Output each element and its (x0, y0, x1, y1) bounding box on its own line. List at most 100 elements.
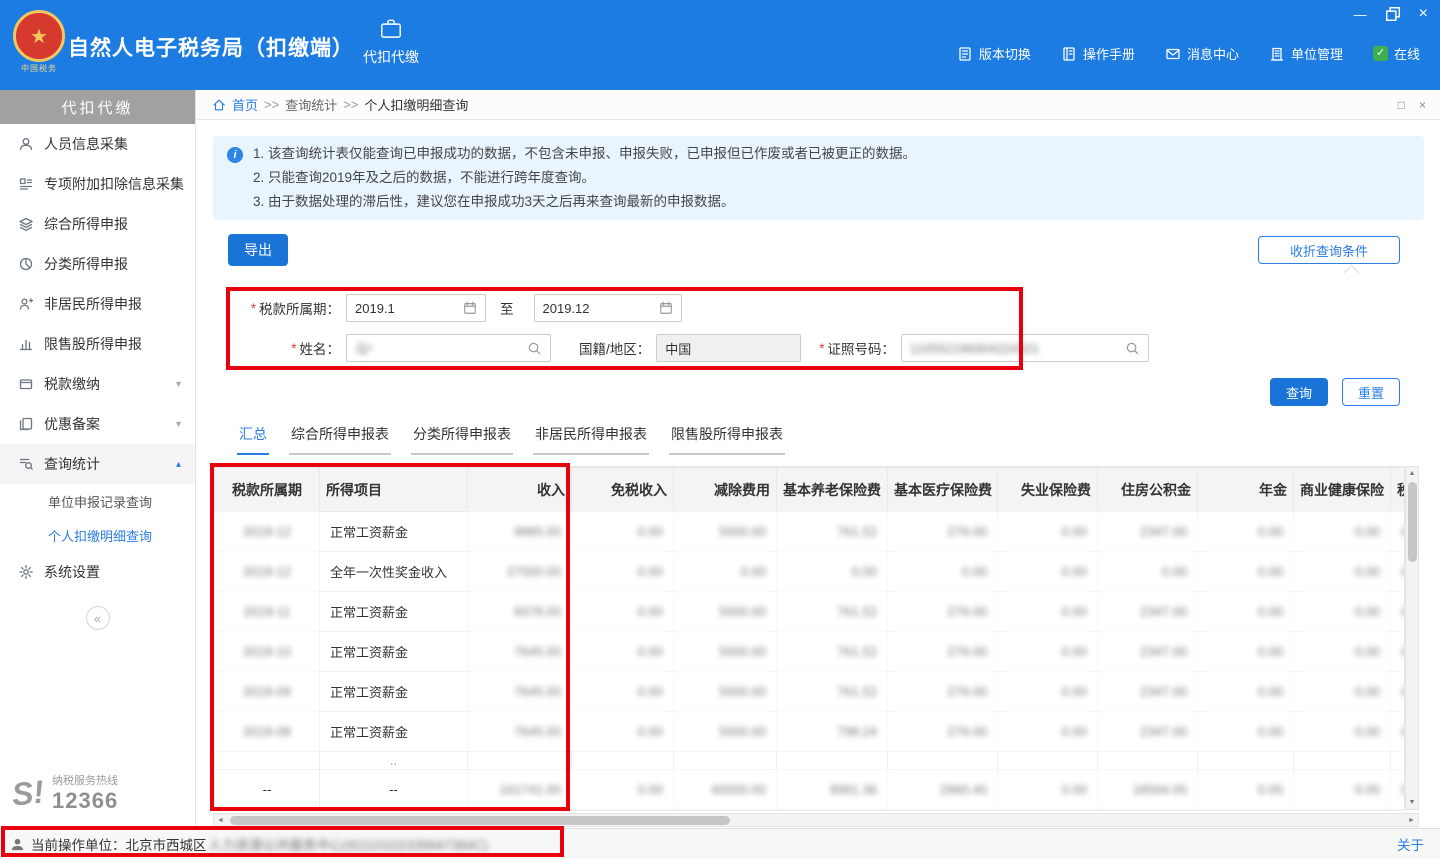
table-row[interactable]: 2019-11正常工资薪金9378.000.005000.00761.52279… (215, 592, 1406, 632)
chevron-down-icon: ▾ (176, 419, 181, 430)
vertical-scroll-thumb[interactable] (1408, 482, 1417, 562)
table-row[interactable]: 2019-12正常工资薪金9985.000.005000.00761.52279… (215, 512, 1406, 552)
vertical-scrollbar[interactable]: ▲ ▼ (1405, 466, 1419, 810)
notice-line: 1. 该查询统计表仅能查询已申报成功的数据，不包含未申报、申报失败，已申报但已作… (253, 142, 916, 166)
table-partial-row[interactable]: .. (215, 752, 1406, 770)
sidebar-subitem-unit-declaration-query[interactable]: 单位申报记录查询 (0, 484, 195, 518)
scroll-down-arrow[interactable]: ▼ (1406, 796, 1418, 809)
tab-summary[interactable]: 汇总 (237, 424, 269, 455)
calendar-icon[interactable] (659, 301, 673, 315)
table-cell: 0.00 (998, 632, 1098, 672)
sidebar-item-system-settings[interactable]: 系统设置 (0, 552, 195, 592)
sidebar-item-comprehensive-income[interactable]: 综合所得申报 (0, 204, 195, 244)
table-cell: 0.00 (1391, 512, 1406, 552)
pane-close-button[interactable]: × (1419, 98, 1426, 112)
table-cell: 正常工资薪金 (320, 672, 468, 712)
query-button[interactable]: 查询 (1270, 378, 1328, 406)
table-cell: 2347.00 (1098, 632, 1198, 672)
layers-icon (18, 216, 34, 232)
table-cell: 5000.00 (674, 592, 777, 632)
sidebar-subitem-label: 个人扣缴明细查询 (48, 526, 152, 545)
nav-unit-management[interactable]: 单位管理 (1269, 44, 1343, 63)
calendar-icon[interactable] (463, 301, 477, 315)
table-cell (888, 752, 998, 770)
period-end-input[interactable]: 2019.12 (534, 294, 682, 322)
sidebar-item-tax-payment[interactable]: 税款缴纳 ▾ (0, 364, 195, 404)
horizontal-scrollbar[interactable]: ◄ ► (213, 813, 1419, 827)
sidebar-item-personnel-info[interactable]: 人员信息采集 (0, 124, 195, 164)
table-cell: 5000.00 (674, 672, 777, 712)
nav-version-switch[interactable]: 版本切换 (957, 44, 1031, 63)
table-row[interactable]: 2019-12全年一次性奖金收入27500.000.000.000.000.00… (215, 552, 1406, 592)
table-cell: 798.24 (777, 712, 888, 752)
sidebar-item-preference-filing[interactable]: 优惠备案 ▾ (0, 404, 195, 444)
scroll-right-arrow[interactable]: ► (1405, 814, 1418, 826)
minimize-button[interactable]: — (1354, 7, 1367, 22)
pie-chart-icon (18, 256, 34, 272)
app-window: ★ 中国税务 自然人电子税务局（扣缴端） 代扣代缴 版本切换 操作手册 消息中心 (0, 0, 1440, 859)
main-area: 首页 >> 查询统计 >> 个人扣缴明细查询 □ × i 1. 该查询统计表仅能… (196, 90, 1440, 828)
close-button[interactable]: × (1419, 5, 1428, 23)
operating-unit-redacted: 人力资源公共服务中心(91110102339947384C) (209, 834, 488, 854)
table-row[interactable]: 2019-09正常工资薪金7645.000.005000.00761.52279… (215, 672, 1406, 712)
collapse-query-button[interactable]: 收折查询条件 (1258, 236, 1400, 264)
table-row[interactable]: 2019-10正常工资薪金7645.000.005000.00761.52279… (215, 632, 1406, 672)
chevron-down-icon: ▾ (176, 379, 181, 390)
about-link[interactable]: 关于 (1397, 834, 1424, 854)
sidebar-item-special-deduction[interactable]: 专项附加扣除信息采集 (0, 164, 195, 204)
table-cell: 0.00 (1391, 770, 1406, 810)
tab-restricted-shares[interactable]: 限售股所得申报表 (669, 424, 785, 455)
id-number-input[interactable]: 110552199304224321 (901, 334, 1149, 362)
nav-online-status[interactable]: ✓ 在线 (1373, 44, 1420, 63)
name-input[interactable]: 马* (346, 334, 551, 362)
region-input[interactable]: 中国 (656, 334, 801, 362)
scroll-up-arrow[interactable]: ▲ (1406, 467, 1418, 480)
sidebar-item-restricted-shares[interactable]: 限售股所得申报 (0, 324, 195, 364)
pane-window-controls: □ × (1398, 98, 1426, 112)
hotline-label: 纳税服务热线 (52, 772, 118, 788)
topbar: ★ 中国税务 自然人电子税务局（扣缴端） 代扣代缴 版本切换 操作手册 消息中心 (0, 0, 1440, 90)
table-cell: 27500.00 (468, 552, 572, 592)
nav-label: 操作手册 (1083, 44, 1135, 63)
period-start-input[interactable]: 2019.1 (346, 294, 486, 322)
reset-button[interactable]: 重置 (1342, 378, 1400, 406)
documents-icon (18, 416, 34, 432)
table-cell: 0.00 (1391, 672, 1406, 712)
table-body: 2019-12正常工资薪金9985.000.005000.00761.52279… (215, 512, 1406, 810)
table-cell: 0.00 (1098, 552, 1198, 592)
table-cell: 0.00 (998, 770, 1098, 810)
table-cell: 0.00 (998, 672, 1098, 712)
sidebar-item-label: 查询统计 (44, 454, 100, 474)
scroll-left-arrow[interactable]: ◄ (214, 814, 227, 826)
region-label: 国籍/地区： (579, 338, 650, 358)
tab-classified-income[interactable]: 分类所得申报表 (411, 424, 513, 455)
table-cell: 9985.00 (468, 512, 572, 552)
tab-nonresident-income[interactable]: 非居民所得申报表 (533, 424, 649, 455)
tab-comprehensive-income[interactable]: 综合所得申报表 (289, 424, 391, 455)
sidebar-item-nonresident-income[interactable]: 非居民所得申报 (0, 284, 195, 324)
status-bar: 当前操作单位：北京市西城区人力资源公共服务中心(9111010233994738… (0, 828, 1440, 859)
search-icon[interactable] (1125, 341, 1140, 356)
nav-message-center[interactable]: 消息中心 (1165, 44, 1239, 63)
sidebar-subitem-personal-withholding-detail-query[interactable]: 个人扣缴明细查询 (0, 518, 195, 552)
tab-withholding-module[interactable]: 代扣代缴 (348, 16, 434, 67)
breadcrumb-home[interactable]: 首页 (232, 95, 258, 114)
person-icon (18, 136, 34, 152)
window-controls: — × (1354, 5, 1428, 23)
restore-button[interactable] (1385, 6, 1401, 22)
table-cell: 0.00 (1198, 712, 1294, 752)
sidebar-item-classified-income[interactable]: 分类所得申报 (0, 244, 195, 284)
table-total-row[interactable]: ----161741.000.0060000.008991.362960.400… (215, 770, 1406, 810)
search-icon[interactable] (527, 341, 542, 356)
nav-manual[interactable]: 操作手册 (1061, 44, 1135, 63)
pane-restore-button[interactable]: □ (1398, 98, 1405, 112)
sidebar-item-query-statistics[interactable]: 查询统计 ▴ (0, 444, 195, 484)
horizontal-scroll-thumb[interactable] (230, 816, 730, 825)
export-button[interactable]: 导出 (228, 234, 288, 266)
sidebar-collapse-button[interactable]: « (86, 606, 110, 630)
tax-hotline: S! 纳税服务热线 12366 (12, 772, 118, 814)
table-row[interactable]: 2019-08正常工资薪金7645.000.005000.00798.24279… (215, 712, 1406, 752)
table-cell (1391, 752, 1406, 770)
table-cell: 2347.00 (1098, 592, 1198, 632)
table-cell: 0.00 (777, 552, 888, 592)
